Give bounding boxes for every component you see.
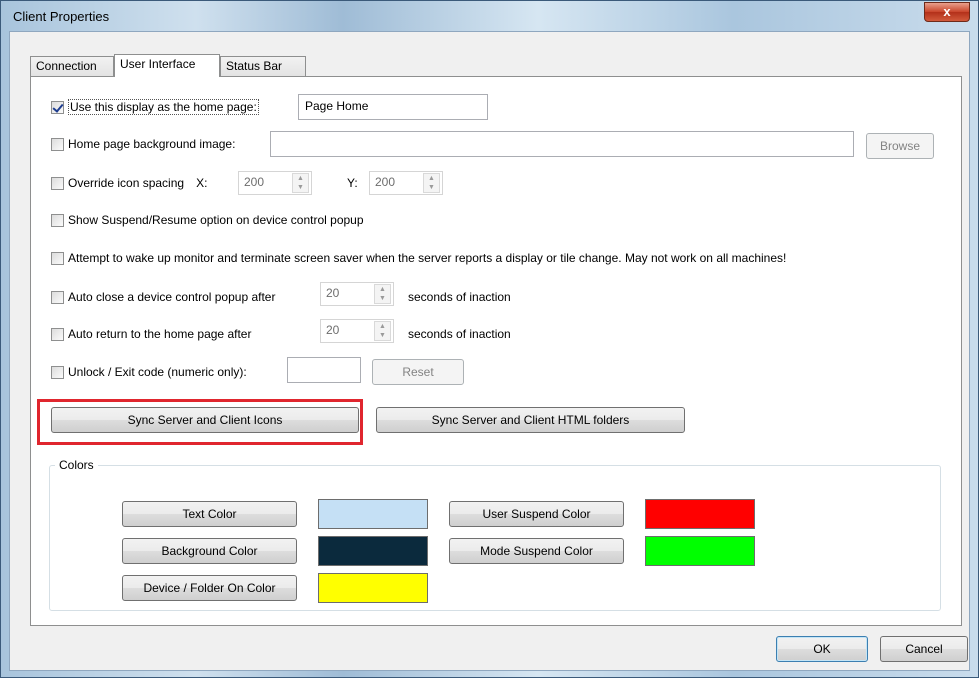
dialog-window: Client Properties x Connection User Inte…	[0, 0, 979, 678]
y-spacing-value: 200	[375, 175, 396, 189]
tab-connection[interactable]: Connection	[30, 56, 114, 76]
auto-return-value: 20	[326, 323, 340, 337]
auto-close-row: Auto close a device control popup after	[51, 286, 275, 308]
y-spacing-stepper[interactable]: 200 ▲ ▼	[369, 171, 443, 195]
title-bar[interactable]: Client Properties x	[1, 1, 978, 31]
dialog-client-area: Connection User Interface Status Bar Use…	[9, 31, 970, 671]
auto-return-label: Auto return to the home page after	[68, 327, 252, 341]
y-label: Y:	[347, 176, 358, 190]
sync-html-button[interactable]: Sync Server and Client HTML folders	[376, 407, 685, 433]
auto-close-checkbox[interactable]	[51, 290, 64, 304]
close-button[interactable]: x	[924, 2, 970, 22]
background-color-swatch	[318, 536, 428, 566]
background-color-button[interactable]: Background Color	[122, 538, 297, 564]
background-image-row: Home page background image:	[51, 133, 235, 155]
unlock-checkbox[interactable]	[51, 365, 64, 379]
home-page-input[interactable]: Page Home	[298, 94, 488, 120]
x-spacing-value: 200	[244, 175, 265, 189]
suspend-resume-checkbox[interactable]	[51, 213, 64, 227]
auto-close-value: 20	[326, 286, 340, 300]
browse-button[interactable]: Browse	[866, 133, 934, 159]
x-spacing-stepper[interactable]: 200 ▲ ▼	[238, 171, 312, 195]
icon-spacing-checkbox[interactable]	[51, 176, 64, 190]
user-interface-panel: Use this display as the home page: Page …	[30, 76, 962, 626]
sync-icons-button[interactable]: Sync Server and Client Icons	[51, 407, 359, 433]
device-on-color-button[interactable]: Device / Folder On Color	[122, 575, 297, 601]
auto-close-stepper[interactable]: 20 ▲ ▼	[320, 282, 394, 306]
tab-status-bar[interactable]: Status Bar	[220, 56, 306, 76]
auto-return-row: Auto return to the home page after	[51, 323, 251, 345]
user-suspend-color-swatch	[645, 499, 755, 529]
home-page-label: Use this display as the home page:	[68, 99, 259, 115]
auto-close-suffix: seconds of inaction	[408, 290, 511, 304]
spinner-arrows-icon[interactable]: ▲ ▼	[374, 321, 391, 341]
device-on-color-swatch	[318, 573, 428, 603]
auto-return-checkbox[interactable]	[51, 327, 64, 341]
text-color-swatch	[318, 499, 428, 529]
text-color-button[interactable]: Text Color	[122, 501, 297, 527]
background-image-checkbox[interactable]	[51, 137, 64, 151]
window-title: Client Properties	[13, 9, 110, 24]
ok-button[interactable]: OK	[776, 636, 868, 662]
spinner-arrows-icon[interactable]: ▲ ▼	[423, 173, 440, 193]
mode-suspend-color-button[interactable]: Mode Suspend Color	[449, 538, 624, 564]
unlock-code-input[interactable]	[287, 357, 361, 383]
x-label: X:	[196, 176, 208, 190]
wake-monitor-row: Attempt to wake up monitor and terminate…	[51, 247, 786, 269]
wake-monitor-label: Attempt to wake up monitor and terminate…	[68, 251, 787, 265]
unlock-label: Unlock / Exit code (numeric only):	[68, 365, 247, 379]
cancel-button[interactable]: Cancel	[880, 636, 968, 662]
home-page-row: Use this display as the home page:	[51, 96, 259, 118]
spinner-arrows-icon[interactable]: ▲ ▼	[292, 173, 309, 193]
home-page-checkbox[interactable]	[51, 100, 64, 114]
tab-user-interface[interactable]: User Interface	[114, 54, 220, 77]
auto-return-suffix: seconds of inaction	[408, 327, 511, 341]
background-image-label: Home page background image:	[68, 137, 236, 151]
background-image-input[interactable]	[270, 131, 854, 157]
user-suspend-color-button[interactable]: User Suspend Color	[449, 501, 624, 527]
icon-spacing-row: Override icon spacing X:	[51, 172, 207, 194]
spinner-arrows-icon[interactable]: ▲ ▼	[374, 284, 391, 304]
suspend-resume-row: Show Suspend/Resume option on device con…	[51, 209, 364, 231]
wake-monitor-checkbox[interactable]	[51, 251, 64, 265]
suspend-resume-label: Show Suspend/Resume option on device con…	[68, 213, 364, 227]
unlock-row: Unlock / Exit code (numeric only):	[51, 361, 247, 383]
reset-button[interactable]: Reset	[372, 359, 464, 385]
colors-group-title: Colors	[55, 458, 98, 472]
auto-return-stepper[interactable]: 20 ▲ ▼	[320, 319, 394, 343]
icon-spacing-label: Override icon spacing	[68, 176, 185, 190]
mode-suspend-color-swatch	[645, 536, 755, 566]
auto-close-label: Auto close a device control popup after	[68, 290, 276, 304]
